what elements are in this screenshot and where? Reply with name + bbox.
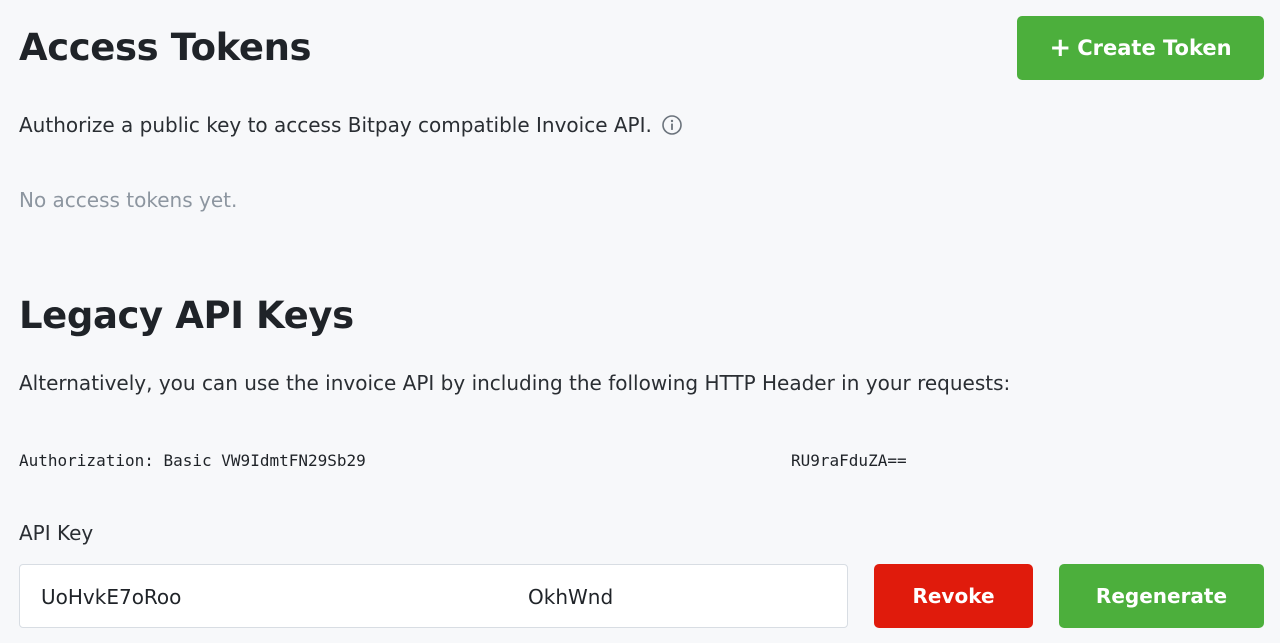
- authorization-header-end: RU9raFduZA==: [791, 451, 907, 470]
- legacy-api-keys-description: Alternatively, you can use the invoice A…: [19, 371, 1011, 395]
- api-key-value-end: OkhWnd: [528, 585, 614, 609]
- access-tokens-description: Authorize a public key to access Bitpay …: [19, 113, 683, 137]
- api-key-field[interactable]: UoHvkE7oRoo OkhWnd: [19, 564, 848, 628]
- api-keys-page: Access Tokens + Create Token Authorize a…: [0, 0, 1280, 643]
- plus-icon: +: [1049, 33, 1072, 63]
- authorization-header-start: Authorization: Basic VW9IdmtFN29Sb29: [19, 451, 366, 470]
- revoke-button[interactable]: Revoke: [874, 564, 1033, 628]
- api-key-label: API Key: [19, 521, 94, 545]
- info-circle-icon[interactable]: [661, 114, 683, 136]
- access-tokens-description-text: Authorize a public key to access Bitpay …: [19, 113, 652, 137]
- api-key-value-start: UoHvkE7oRoo: [41, 585, 182, 609]
- regenerate-button[interactable]: Regenerate: [1059, 564, 1264, 628]
- access-tokens-heading: Access Tokens: [19, 26, 312, 69]
- create-token-label: Create Token: [1077, 36, 1232, 60]
- legacy-api-keys-heading: Legacy API Keys: [19, 294, 354, 337]
- create-token-button[interactable]: + Create Token: [1017, 16, 1264, 80]
- no-tokens-message: No access tokens yet.: [19, 188, 238, 212]
